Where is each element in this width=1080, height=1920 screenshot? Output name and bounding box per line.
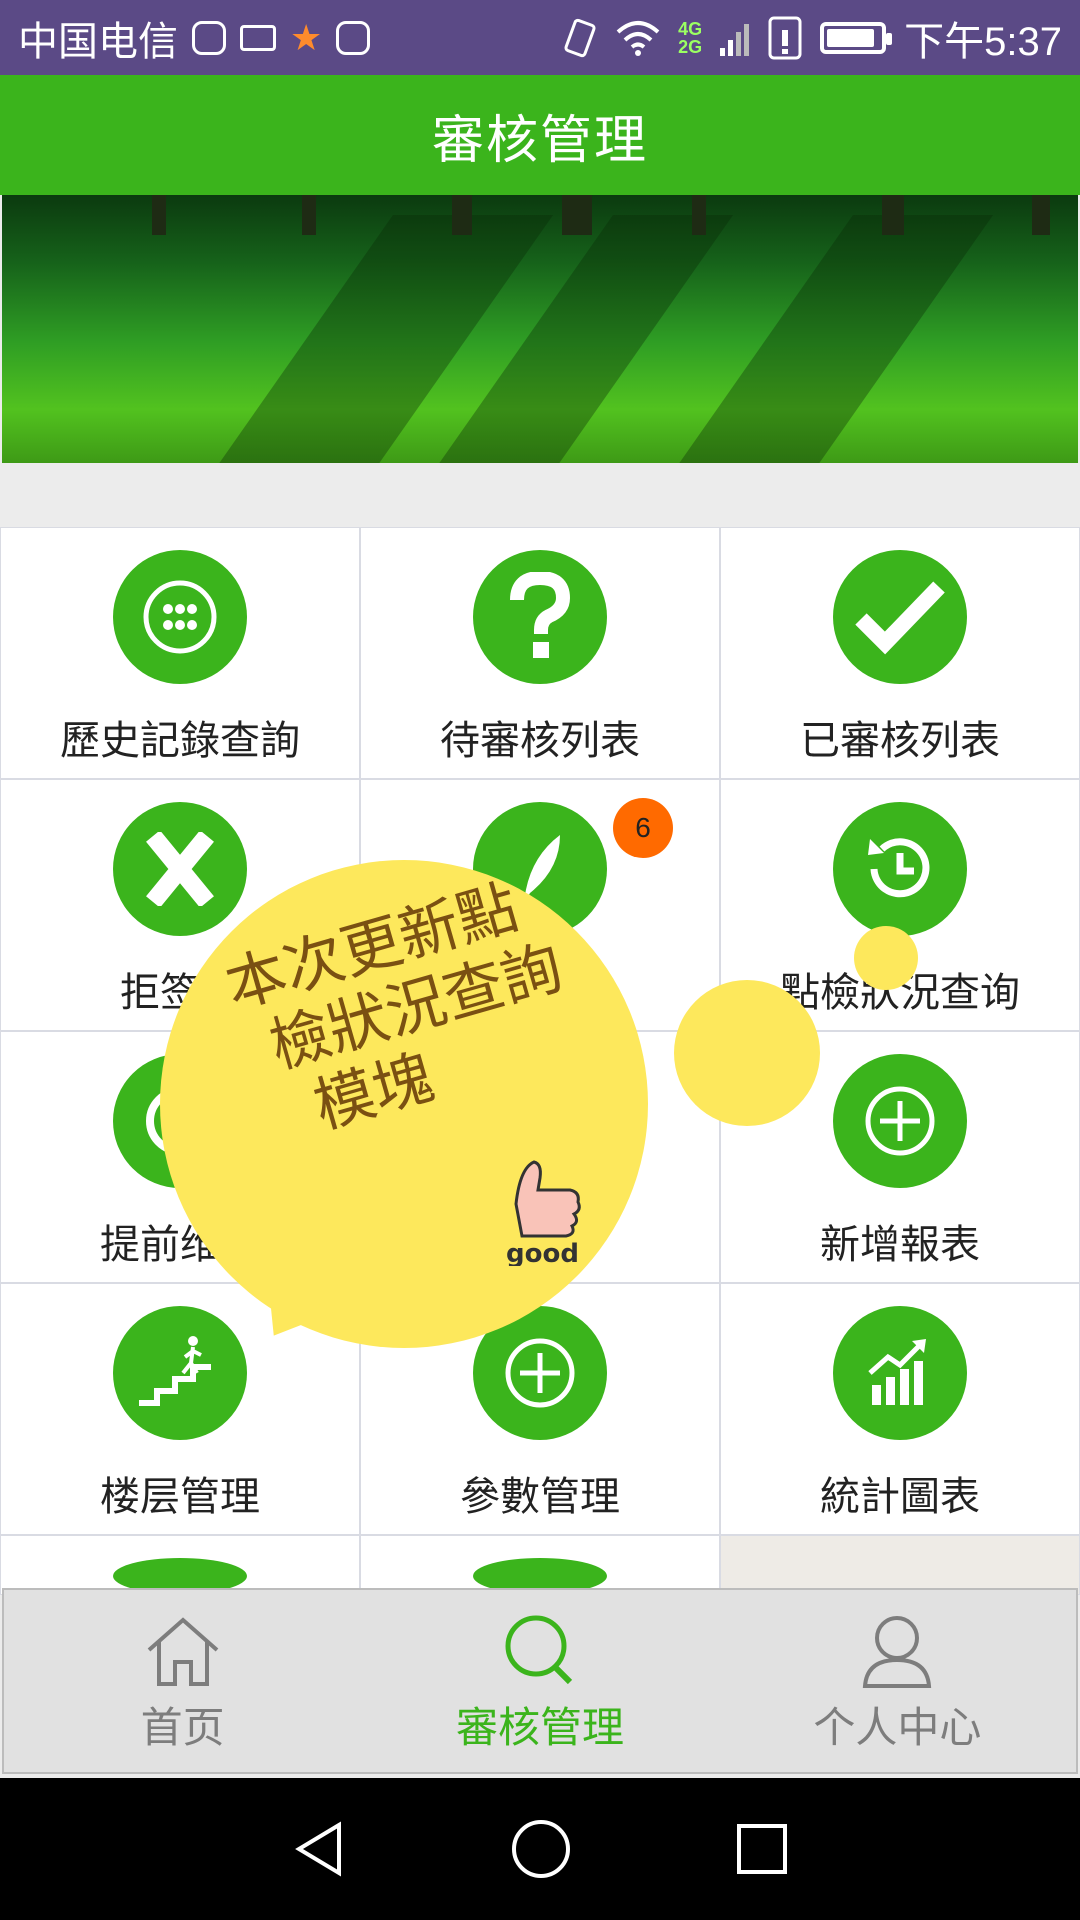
nav-item-profile[interactable]: 个人中心	[719, 1590, 1076, 1772]
question-icon	[510, 572, 571, 658]
stairs-icon	[139, 1336, 211, 1406]
signal-icon	[720, 23, 750, 56]
keyboard-icon	[240, 24, 276, 51]
wifi-icon	[616, 20, 660, 56]
status-bar: 中国电信 ★ 4G 2G 下午5:37	[0, 0, 1080, 75]
page-title: 審核管理	[431, 111, 648, 170]
vibrate-icon	[564, 18, 596, 57]
back-icon[interactable]	[291, 1819, 347, 1879]
thumbs-up-good-icon: good	[506, 1160, 581, 1266]
history-icon	[868, 838, 930, 898]
grid-item-history[interactable]: 歷史記錄查詢	[0, 527, 360, 779]
recents-icon[interactable]	[735, 1822, 789, 1876]
banner-image	[2, 195, 1078, 463]
grid-item-approved[interactable]: 已審核列表	[720, 527, 1080, 779]
nav-label: 个人中心	[813, 1704, 982, 1751]
system-nav-bar	[0, 1778, 1080, 1920]
grid-item-label: 楼层管理	[100, 1475, 260, 1519]
dots-grid-icon	[143, 580, 217, 654]
clock: 下午5:37	[904, 19, 1062, 64]
grid-item-partial-1[interactable]	[0, 1535, 360, 1595]
grid-item-label: 參數管理	[460, 1475, 620, 1519]
plus-icon	[505, 1338, 575, 1408]
sim-alert-icon	[768, 16, 802, 59]
check-icon	[855, 581, 945, 655]
grid-item-label: 歷史記錄查詢	[60, 719, 300, 763]
grid-item-statistics[interactable]: 統計圖表	[720, 1283, 1080, 1535]
grid-item-label: 待審核列表	[440, 719, 640, 763]
search-icon	[505, 1615, 573, 1685]
grid-item-label: 統計圖表	[820, 1475, 980, 1519]
huawei-app-icon-2	[336, 20, 371, 55]
grid-item-partial-2[interactable]	[360, 1535, 720, 1595]
star-icon: ★	[290, 16, 323, 58]
svg-text:good: good	[506, 1239, 579, 1266]
app-header: 審核管理	[0, 75, 1080, 195]
nav-item-review[interactable]: 審核管理	[361, 1590, 718, 1772]
carrier-label: 中国电信	[18, 19, 178, 64]
plus-icon	[865, 1086, 935, 1156]
tiny-bubble	[854, 926, 918, 990]
person-icon	[863, 1616, 932, 1688]
notification-badge: 6	[613, 798, 673, 858]
network-type: 4G 2G	[678, 18, 703, 57]
x-icon	[146, 832, 214, 906]
chart-icon	[868, 1339, 926, 1405]
bottom-nav: 首页 審核管理 个人中心	[2, 1588, 1078, 1774]
small-bubble	[674, 980, 820, 1126]
grid-item-pending[interactable]: 待審核列表	[360, 527, 720, 779]
grid-item-empty	[720, 1535, 1080, 1595]
nav-item-home[interactable]: 首页	[4, 1590, 361, 1772]
grid-item-label: 新增報表	[820, 1223, 980, 1267]
grid-item-label: 已審核列表	[800, 719, 1000, 763]
nav-label: 審核管理	[455, 1704, 624, 1751]
battery-icon	[820, 21, 893, 54]
home-icon	[147, 1617, 218, 1686]
huawei-app-icon	[192, 20, 226, 55]
nav-label: 首页	[140, 1704, 225, 1751]
home-button-icon[interactable]	[510, 1818, 572, 1880]
